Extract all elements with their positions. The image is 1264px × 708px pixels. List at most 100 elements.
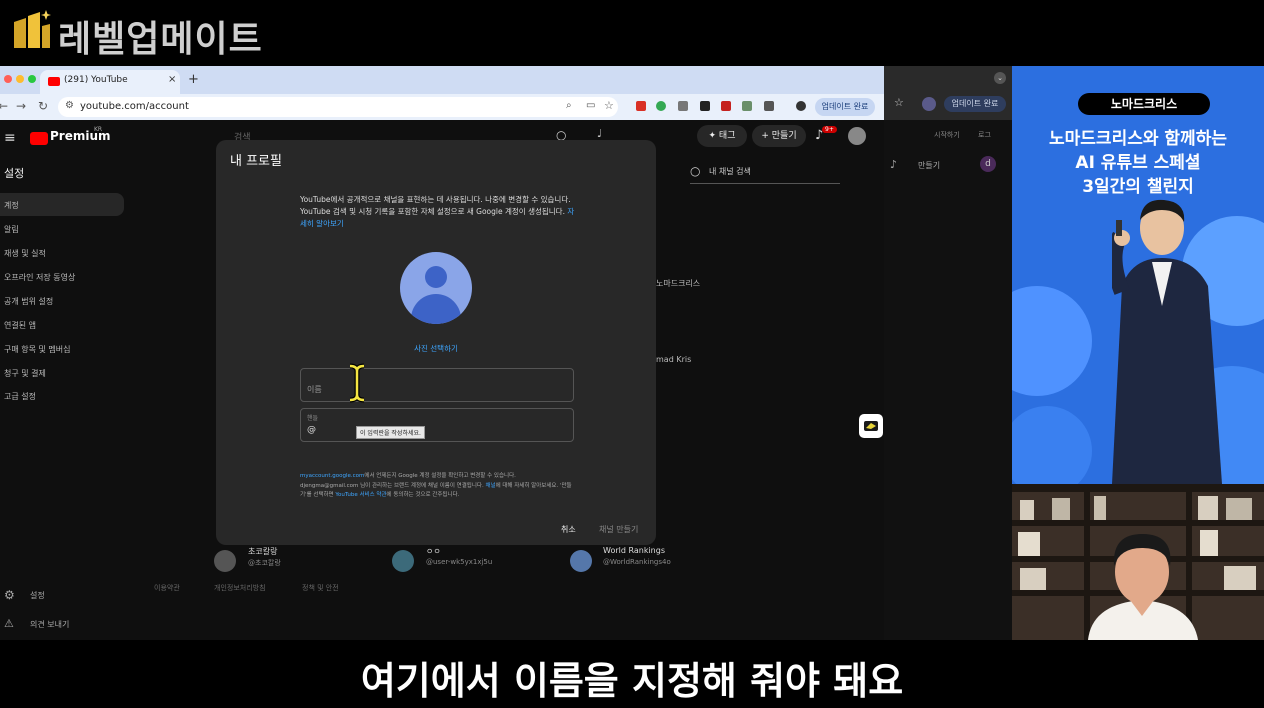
channel-search-input[interactable]: 내 채널 검색 bbox=[709, 166, 751, 177]
ad-headline-3: 3일간의 챌린지 bbox=[1082, 177, 1194, 197]
update-complete-button-2[interactable]: 업데이트 완료 bbox=[944, 96, 1006, 112]
tab-title: (291) YouTube bbox=[64, 75, 128, 85]
search-underline bbox=[690, 183, 840, 184]
name-input[interactable]: 이름 bbox=[300, 368, 574, 402]
channel-name[interactable]: World Rankings bbox=[603, 546, 665, 555]
maximize-window-dot[interactable] bbox=[28, 75, 36, 83]
footer-policy-link[interactable]: 정책 및 안전 bbox=[302, 583, 339, 593]
person-icon bbox=[425, 266, 447, 288]
minimize-window-dot[interactable] bbox=[16, 75, 24, 83]
decorative-blob bbox=[1012, 286, 1092, 396]
extension-icon[interactable] bbox=[742, 101, 752, 111]
sidebar-item-playback[interactable]: 재생 및 실적 bbox=[4, 248, 46, 259]
bookmark-star-icon[interactable]: ☆ bbox=[894, 96, 904, 109]
search-icon[interactable]: ○ bbox=[690, 164, 700, 178]
streamer-photo bbox=[1088, 534, 1198, 640]
screen-capture: (291) YouTube × + ← → ↻ ⚙ youtube.com/ac… bbox=[0, 66, 1012, 640]
handle-input[interactable]: 핸들 @ bbox=[300, 408, 574, 442]
channel-name[interactable]: 초코칼랑 bbox=[248, 546, 277, 557]
floating-widget-button[interactable] bbox=[859, 414, 883, 438]
extension-icon[interactable] bbox=[678, 101, 688, 111]
channel-avatar[interactable] bbox=[214, 550, 236, 572]
book bbox=[1200, 530, 1218, 556]
bookmark-star-icon[interactable]: ☆ bbox=[604, 99, 614, 112]
terms-of-service-link[interactable]: YouTube 서비스 약관 bbox=[335, 492, 386, 498]
create-channel-button[interactable]: 채널 만들기 bbox=[599, 524, 638, 535]
sidebar-item-purchases[interactable]: 구매 항목 및 멤버십 bbox=[4, 344, 71, 355]
extensions-puzzle-icon[interactable] bbox=[764, 101, 774, 111]
text-cursor-icon bbox=[349, 363, 365, 403]
region-code: KR bbox=[94, 126, 103, 133]
channel-avatar[interactable] bbox=[392, 550, 414, 572]
update-complete-button[interactable]: 업데이트 완료 bbox=[815, 98, 875, 116]
sidebar-feedback-link[interactable]: 의견 보내기 bbox=[30, 619, 69, 630]
extension-icon[interactable] bbox=[721, 101, 731, 111]
myaccount-link[interactable]: myaccount.google.com bbox=[300, 473, 364, 479]
chevron-down-icon[interactable]: ⌄ bbox=[994, 72, 1006, 84]
close-window-dot[interactable] bbox=[4, 75, 12, 83]
channel-avatar[interactable] bbox=[570, 550, 592, 572]
profile-dialog: 내 프로필 YouTube에서 공개적으로 채널을 표현하는 데 사용됩니다. … bbox=[216, 140, 656, 545]
sidebar-item-connected-apps[interactable]: 연결된 앱 bbox=[4, 320, 36, 331]
profile-avatar-icon[interactable] bbox=[922, 97, 936, 111]
subtitle-bar: 여기에서 이름을 지정해 줘야 돼요 bbox=[0, 640, 1264, 708]
browser-toolbar: ← → ↻ ⚙ youtube.com/account ⌕ ▭ ☆ 업데이트 완… bbox=[0, 94, 884, 120]
channel-link[interactable]: 채널 bbox=[485, 483, 495, 489]
video-subtitle: 여기에서 이름을 지정해 줘야 돼요 bbox=[360, 659, 904, 703]
hamburger-menu-icon[interactable]: ≡ bbox=[4, 130, 16, 146]
feedback-icon[interactable]: ⚠ bbox=[4, 617, 14, 630]
youtube-logo-icon[interactable] bbox=[30, 132, 48, 145]
choose-photo-link[interactable]: 사진 선택하기 bbox=[216, 343, 656, 354]
gear-icon[interactable]: ⚙ bbox=[4, 588, 15, 602]
microphone-icon[interactable]: ♩ bbox=[597, 127, 602, 140]
book bbox=[1020, 568, 1046, 590]
site-info-icon[interactable]: ⚙ bbox=[65, 100, 74, 111]
book bbox=[1226, 498, 1252, 520]
address-url: youtube.com/account bbox=[80, 101, 189, 112]
reload-icon[interactable]: ↻ bbox=[38, 99, 48, 113]
cancel-button[interactable]: 취소 bbox=[561, 524, 576, 535]
start-link[interactable]: 시작하기 bbox=[934, 130, 960, 140]
widget-logo-icon bbox=[864, 421, 878, 431]
address-bar[interactable]: ⚙ youtube.com/account ⌕ ▭ ☆ bbox=[58, 97, 618, 117]
browser-tab[interactable]: (291) YouTube × bbox=[40, 70, 180, 94]
channel-name[interactable]: ㅇㅇ bbox=[426, 546, 441, 557]
back-arrow-icon[interactable]: ← bbox=[0, 99, 8, 113]
sidebar-item-advanced[interactable]: 고급 설정 bbox=[4, 391, 36, 402]
description-text: YouTube에서 공개적으로 채널을 표현하는 데 사용됩니다. 나중에 변경… bbox=[300, 195, 571, 216]
channel-handle: @초코칼랑 bbox=[248, 559, 281, 567]
sidebar-item-downloads[interactable]: 오프라인 저장 동영상 bbox=[4, 272, 75, 283]
extension-icon[interactable] bbox=[636, 101, 646, 111]
handle-label: 핸들 bbox=[307, 415, 319, 422]
profile-avatar-icon[interactable] bbox=[796, 101, 806, 111]
create-button[interactable]: + 만들기 bbox=[752, 125, 806, 147]
zoom-icon[interactable]: ⌕ bbox=[566, 100, 572, 111]
notifications-bell-icon[interactable]: ♪ bbox=[890, 158, 897, 171]
dialog-description: YouTube에서 공개적으로 채널을 표현하는 데 사용됩니다. 나중에 변경… bbox=[300, 194, 576, 230]
webcam-feed bbox=[1012, 484, 1264, 640]
extension-icon[interactable] bbox=[700, 101, 710, 111]
name-placeholder: 이름 bbox=[307, 385, 322, 394]
cast-icon[interactable]: ▭ bbox=[586, 100, 595, 111]
footer-terms-link[interactable]: 이용약관 bbox=[154, 583, 180, 593]
brand-bar: 레벨업메이트 bbox=[0, 0, 1264, 66]
presenter-photo bbox=[1112, 199, 1222, 484]
sidebar-item-notifications[interactable]: 알림 bbox=[4, 224, 19, 235]
handle-prefix: @ bbox=[307, 425, 316, 435]
create-button-2[interactable]: 만들기 bbox=[918, 160, 940, 171]
profile-avatar-placeholder[interactable] bbox=[400, 252, 472, 324]
avatar-letter[interactable]: d bbox=[980, 156, 996, 172]
new-tab-button[interactable]: + bbox=[188, 72, 199, 87]
extension-icon[interactable] bbox=[656, 101, 666, 111]
footer-privacy-link[interactable]: 개인정보처리방침 bbox=[214, 583, 266, 593]
dialog-terms: myaccount.google.com에서 언제든지 Google 계정 설정… bbox=[300, 472, 576, 501]
account-avatar[interactable] bbox=[848, 127, 866, 145]
sidebar-item-privacy[interactable]: 공개 범위 설정 bbox=[4, 296, 53, 307]
forward-arrow-icon[interactable]: → bbox=[16, 99, 26, 113]
sidebar-item-account[interactable]: 계정 bbox=[4, 200, 19, 211]
sidebar-item-billing[interactable]: 청구 및 결제 bbox=[4, 368, 46, 379]
sidebar-settings-link[interactable]: 설정 bbox=[30, 590, 45, 601]
log-link[interactable]: 로그 bbox=[978, 130, 991, 140]
tag-button[interactable]: ✦ 태그 bbox=[697, 125, 747, 147]
tab-close-icon[interactable]: × bbox=[168, 74, 176, 85]
